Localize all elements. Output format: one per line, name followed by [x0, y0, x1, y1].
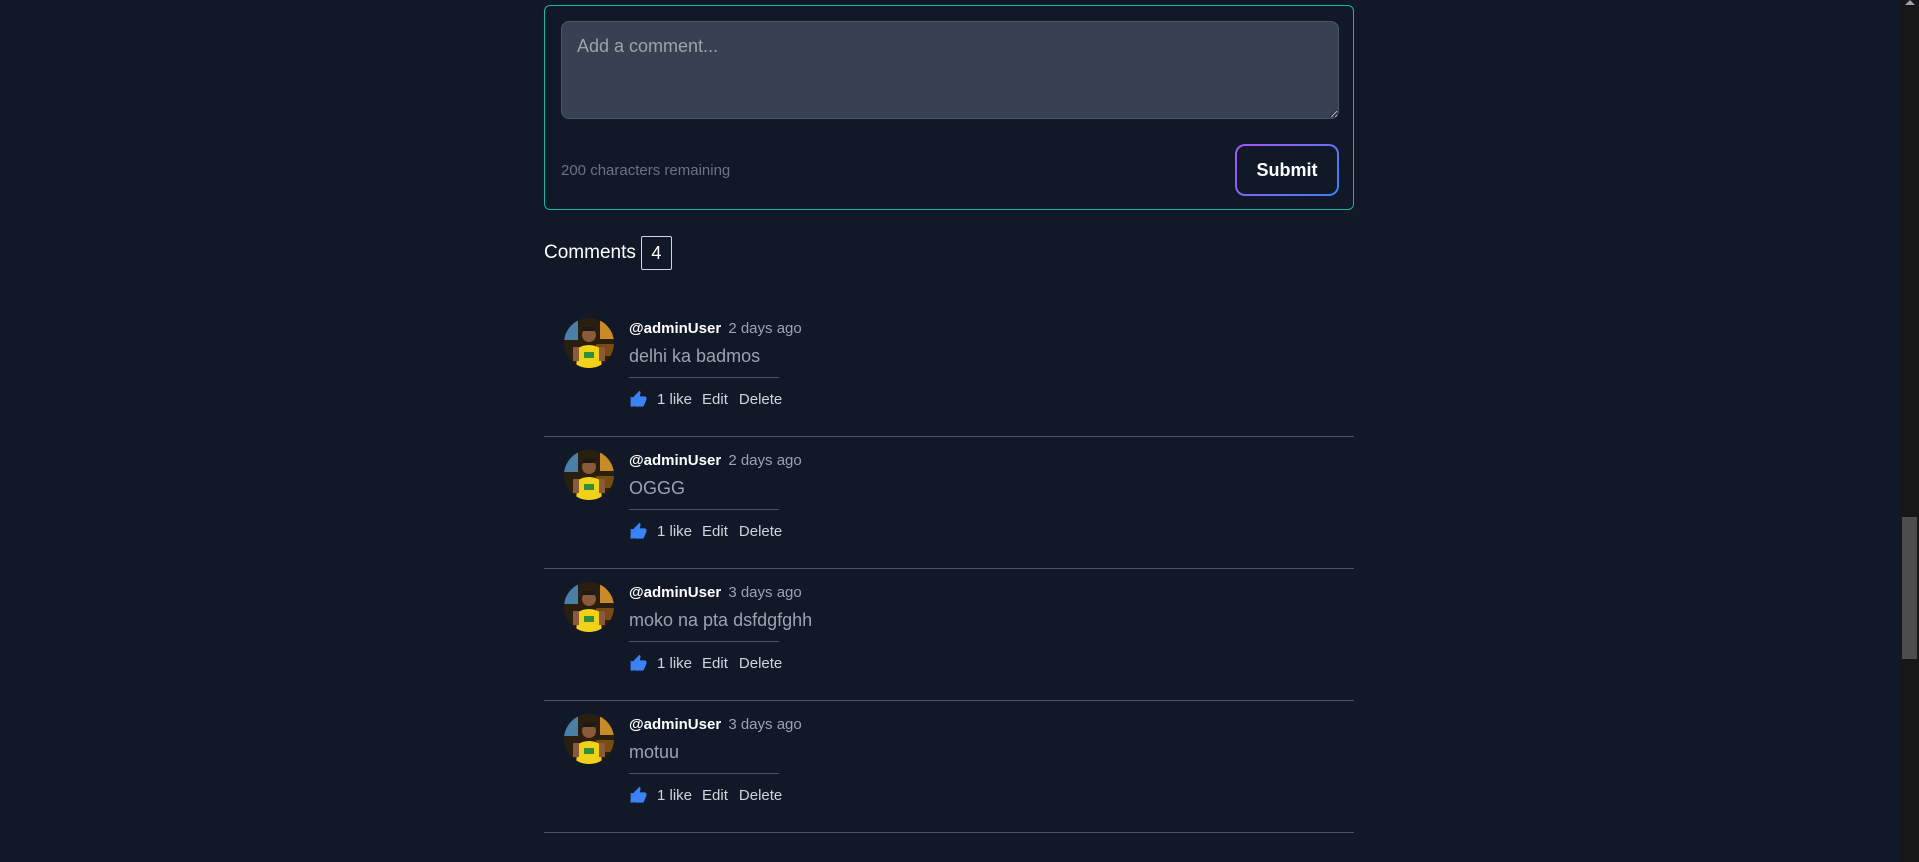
edit-button[interactable]: Edit: [702, 523, 728, 540]
comments-title: Comments: [544, 242, 636, 263]
user-avatar[interactable]: [564, 582, 614, 632]
comment-meta: @adminUser 3 days ago: [629, 716, 802, 733]
scrollbar-thumb[interactable]: [1902, 517, 1917, 659]
delete-button[interactable]: Delete: [739, 787, 782, 804]
scrollbar-track[interactable]: [1900, 0, 1919, 862]
delete-button[interactable]: Delete: [739, 523, 782, 540]
comment-text: delhi ka badmos: [629, 346, 761, 366]
edit-button[interactable]: Edit: [702, 655, 728, 672]
comment-username[interactable]: @adminUser: [629, 716, 721, 733]
comment-input[interactable]: [561, 21, 1339, 119]
like-button[interactable]: [629, 654, 648, 673]
comment-form: 200 characters remaining Submit: [544, 5, 1354, 210]
comment-divider: [629, 641, 779, 642]
submit-button[interactable]: Submit: [1235, 144, 1339, 196]
thumbs-up-icon: [630, 522, 647, 539]
comment-item: @adminUser 3 days ago motuu 1 like Edit …: [544, 701, 1354, 833]
avatar-image: [564, 318, 614, 368]
submit-button-label: Submit: [1237, 146, 1337, 194]
comment-actions: 1 like Edit Delete: [629, 786, 782, 805]
comment-meta: @adminUser 2 days ago: [629, 452, 802, 469]
comments-count-badge: 4: [640, 236, 672, 270]
comment-username[interactable]: @adminUser: [629, 320, 721, 337]
comment-timestamp: 2 days ago: [728, 320, 802, 337]
page: 200 characters remaining Submit Comments…: [0, 0, 1919, 862]
scroll-up-arrow-icon[interactable]: [1905, 0, 1915, 5]
comments-header: Comments 4: [544, 236, 672, 270]
like-button[interactable]: [629, 786, 648, 805]
comment-item: @adminUser 2 days ago delhi ka badmos 1 …: [544, 305, 1354, 437]
edit-button[interactable]: Edit: [702, 787, 728, 804]
comment-text: OGGG: [629, 478, 686, 498]
comment-item: @adminUser 2 days ago OGGG 1 like Edit D…: [544, 437, 1354, 569]
comment-actions: 1 like Edit Delete: [629, 522, 782, 541]
like-count: 1 like: [657, 391, 693, 408]
comment-username[interactable]: @adminUser: [629, 452, 721, 469]
avatar-image: [564, 450, 614, 500]
comment-meta: @adminUser 3 days ago: [629, 584, 802, 601]
comment-divider: [629, 773, 779, 774]
like-button[interactable]: [629, 390, 648, 409]
thumbs-up-icon: [630, 654, 647, 671]
delete-button[interactable]: Delete: [739, 655, 782, 672]
comment-timestamp: 2 days ago: [728, 452, 802, 469]
user-avatar[interactable]: [564, 714, 614, 764]
comments-list: @adminUser 2 days ago delhi ka badmos 1 …: [544, 305, 1354, 833]
thumbs-up-icon: [630, 390, 647, 407]
comment-username[interactable]: @adminUser: [629, 584, 721, 601]
comment-timestamp: 3 days ago: [728, 716, 802, 733]
user-avatar[interactable]: [564, 450, 614, 500]
comment-divider: [629, 509, 779, 510]
edit-button[interactable]: Edit: [702, 391, 728, 408]
avatar-image: [564, 582, 614, 632]
comment-text: motuu: [629, 742, 680, 762]
like-button[interactable]: [629, 522, 648, 541]
characters-remaining-label: 200 characters remaining: [561, 162, 731, 179]
comment-actions: 1 like Edit Delete: [629, 390, 782, 409]
comment-meta: @adminUser 2 days ago: [629, 320, 802, 337]
comment-divider: [629, 377, 779, 378]
comment-timestamp: 3 days ago: [728, 584, 802, 601]
comment-actions: 1 like Edit Delete: [629, 654, 782, 673]
user-avatar[interactable]: [564, 318, 614, 368]
thumbs-up-icon: [630, 786, 647, 803]
delete-button[interactable]: Delete: [739, 391, 782, 408]
like-count: 1 like: [657, 523, 693, 540]
comment-item: @adminUser 3 days ago moko na pta dsfdgf…: [544, 569, 1354, 701]
avatar-image: [564, 714, 614, 764]
comment-text: moko na pta dsfdgfghh: [629, 610, 813, 630]
like-count: 1 like: [657, 655, 693, 672]
like-count: 1 like: [657, 787, 693, 804]
